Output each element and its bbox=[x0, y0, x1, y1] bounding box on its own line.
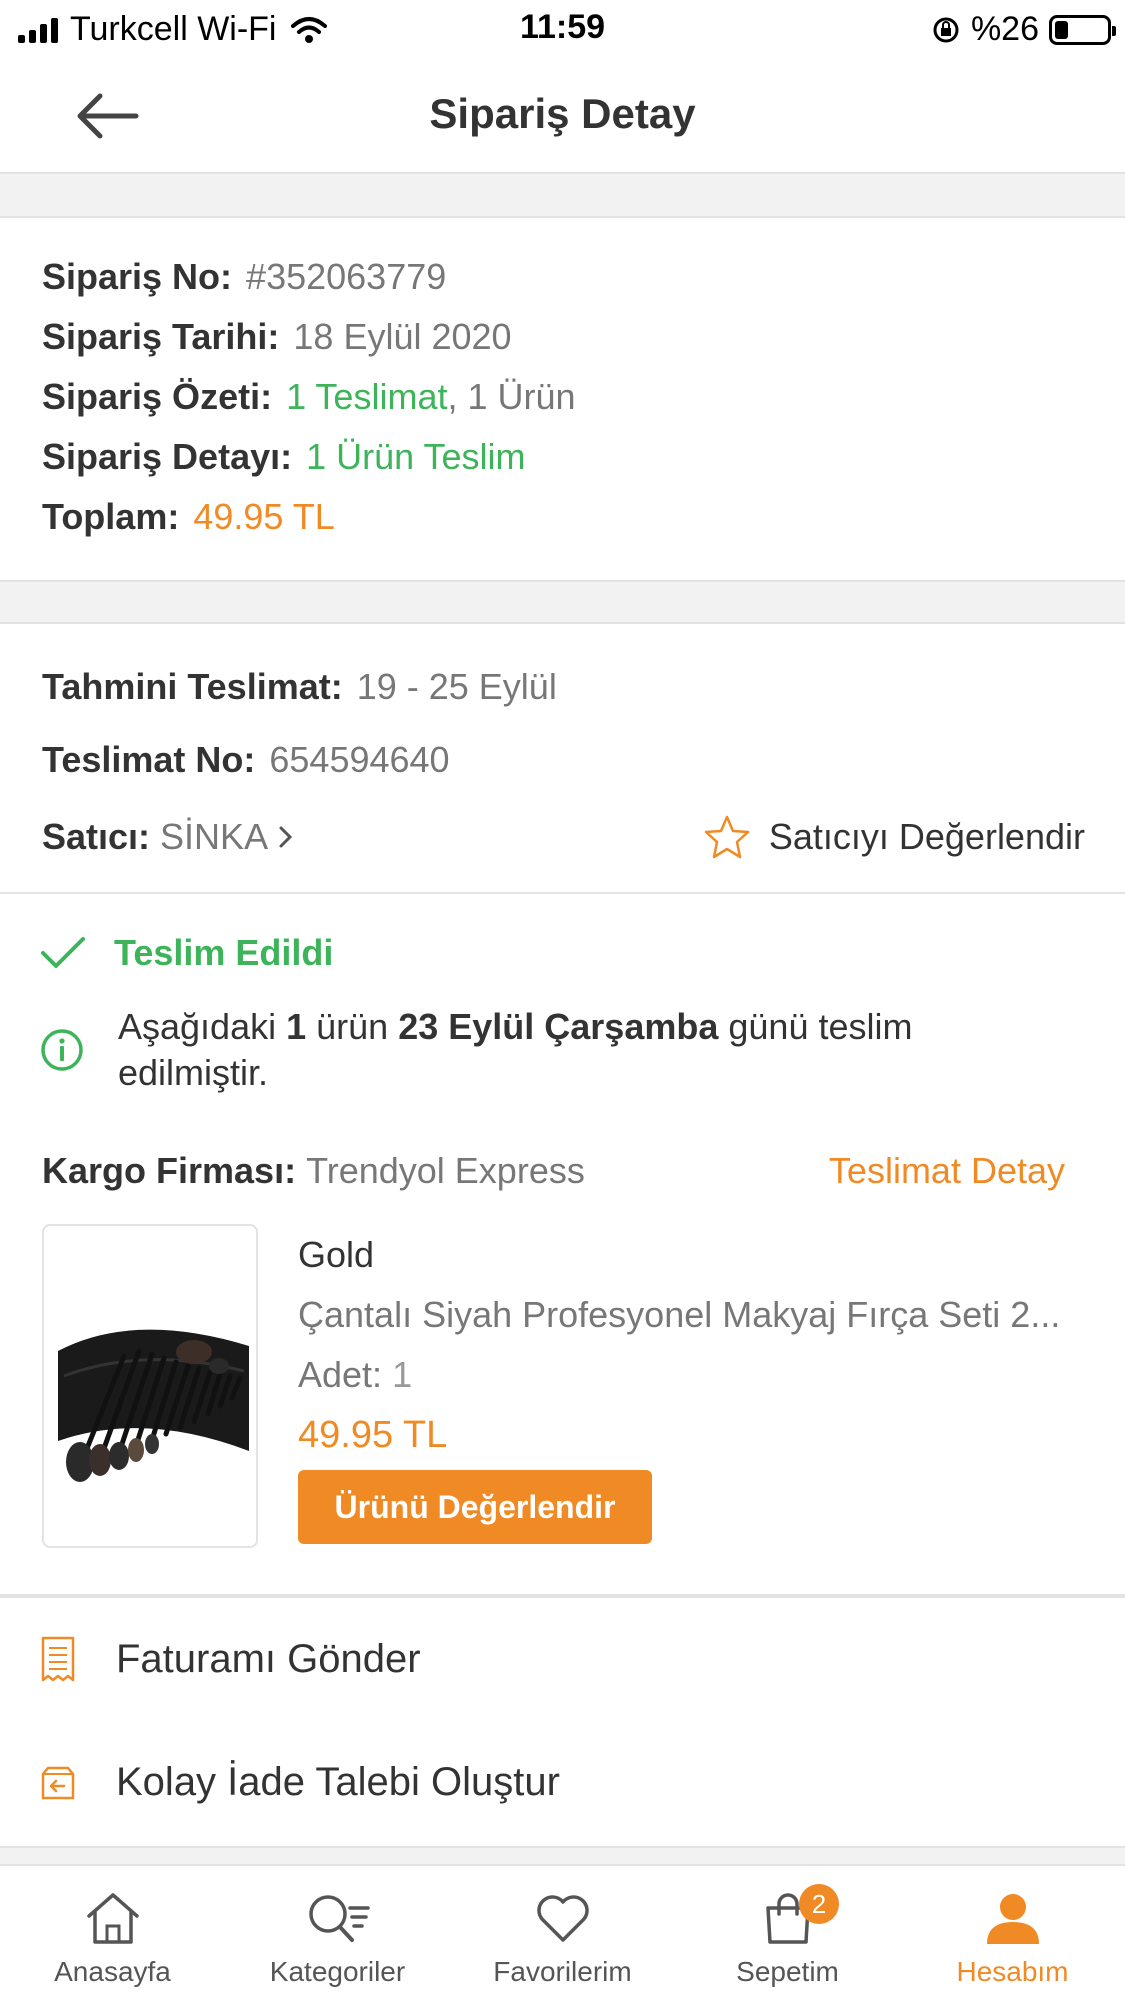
order-summary-label: Sipariş Özeti: bbox=[42, 376, 273, 417]
tab-favorites-label: Favorilerim bbox=[493, 1956, 632, 1987]
home-icon bbox=[86, 1893, 139, 1944]
tab-cart[interactable]: 2 Sepetim bbox=[675, 1866, 900, 2000]
order-total-value: 49.95 TL bbox=[193, 496, 335, 537]
order-detail-row: Sipariş Detayı: 1 Ürün Teslim bbox=[42, 436, 526, 478]
delivered-status: Teslim Edildi bbox=[40, 932, 333, 974]
order-no-value: #352063779 bbox=[246, 256, 447, 297]
product-image[interactable] bbox=[42, 1224, 258, 1548]
return-box-icon bbox=[41, 1766, 75, 1799]
notice-date: 23 Eylül Çarşamba bbox=[398, 1006, 719, 1047]
quantity-value: 1 bbox=[392, 1354, 413, 1395]
cargo-row: Kargo Firması: Trendyol Express Teslimat … bbox=[42, 1150, 1065, 1192]
delivery-notice: Aşağıdaki 1 ürün 23 Eylül Çarşamba günü … bbox=[40, 1004, 1018, 1096]
delivery-detail-link[interactable]: Teslimat Detay bbox=[829, 1150, 1065, 1192]
order-no-row: Sipariş No: #352063779 bbox=[42, 256, 446, 298]
notice-text-1: Aşağıdaki bbox=[118, 1006, 287, 1047]
tab-home-label: Anasayfa bbox=[54, 1956, 171, 1987]
cargo-value: Trendyol Express bbox=[306, 1150, 585, 1191]
send-invoice-label: Faturamı Gönder bbox=[116, 1636, 421, 1681]
tab-categories-label: Kategoriler bbox=[269, 1956, 406, 1987]
tab-categories[interactable]: Kategoriler bbox=[225, 1866, 450, 2000]
rate-product-button[interactable]: Ürünü Değerlendir bbox=[298, 1470, 652, 1544]
send-invoice-row[interactable]: Faturamı Gönder bbox=[40, 1636, 421, 1682]
summary-delivery-link[interactable]: 1 Teslimat bbox=[286, 376, 447, 417]
order-total-label: Toplam: bbox=[42, 496, 180, 537]
tab-favorites[interactable]: Favorilerim bbox=[450, 1866, 675, 2000]
makeup-brush-set-image bbox=[58, 1329, 249, 1482]
nav-bar: Sipariş Detay bbox=[0, 58, 1125, 174]
user-icon bbox=[986, 1894, 1039, 1944]
seller-label: Satıcı: bbox=[42, 816, 151, 857]
seller-row: Satıcı: SİNKA Satıcıyı Değerlendir bbox=[42, 814, 1085, 860]
product-brand: Gold bbox=[298, 1234, 375, 1275]
order-total-row: Toplam: 49.95 TL bbox=[42, 496, 335, 538]
order-date-row: Sipariş Tarihi: 18 Eylül 2020 bbox=[42, 316, 512, 358]
tab-account-label: Hesabım bbox=[956, 1956, 1069, 1987]
status-right: %26 bbox=[931, 10, 1116, 49]
order-summary-row: Sipariş Özeti: 1 Teslimat, 1 Ürün bbox=[42, 376, 576, 418]
star-icon bbox=[704, 815, 750, 859]
cart-badge: 2 bbox=[799, 1884, 839, 1924]
shipment-card: Teslim Edildi Aşağıdaki 1 ürün 23 Eylül … bbox=[0, 894, 1125, 1596]
rotation-lock-icon bbox=[933, 17, 959, 42]
page-title: Sipariş Detay bbox=[429, 90, 696, 137]
order-detail-value: 1 Ürün Teslim bbox=[306, 436, 526, 477]
order-detail-label: Sipariş Detayı: bbox=[42, 436, 293, 477]
product-price: 49.95 TL bbox=[298, 1414, 448, 1456]
easy-return-row[interactable]: Kolay İade Talebi Oluştur bbox=[40, 1760, 560, 1805]
info-icon bbox=[41, 1029, 83, 1071]
tab-bar: Anasayfa Kategoriler Favorilerim 2 Sepet… bbox=[0, 1864, 1125, 2000]
quantity-label: Adet: bbox=[298, 1354, 383, 1395]
order-date-label: Sipariş Tarihi: bbox=[42, 316, 280, 357]
check-icon bbox=[41, 937, 85, 968]
product-quantity: Adet: 1 bbox=[298, 1354, 412, 1396]
rate-seller-button[interactable]: Satıcıyı Değerlendir bbox=[703, 814, 1085, 860]
delivered-status-label: Teslim Edildi bbox=[114, 932, 334, 973]
order-date-value: 18 Eylül 2020 bbox=[293, 316, 512, 357]
seller-link[interactable]: Satıcı: SİNKA bbox=[42, 816, 296, 858]
estimated-delivery-value: 19 - 25 Eylül bbox=[356, 666, 557, 707]
estimated-delivery-label: Tahmini Teslimat: bbox=[42, 666, 343, 707]
invoice-icon bbox=[41, 1636, 75, 1682]
estimated-delivery-row: Tahmini Teslimat: 19 - 25 Eylül bbox=[42, 666, 557, 708]
notice-text-2: ürün bbox=[306, 1006, 399, 1047]
tab-home[interactable]: Anasayfa bbox=[0, 1866, 225, 2000]
status-bar: Turkcell Wi-Fi 11:59 %26 bbox=[0, 0, 1125, 58]
order-no-label: Sipariş No: bbox=[42, 256, 233, 297]
delivery-no-label: Teslimat No: bbox=[42, 739, 256, 780]
summary-product-count: 1 Ürün bbox=[467, 376, 576, 417]
product-item: Gold Çantalı Siyah Profesyonel Makyaj Fı… bbox=[0, 1224, 1125, 1552]
seller-name: SİNKA bbox=[160, 816, 269, 857]
heart-icon bbox=[536, 1895, 589, 1942]
order-summary-card: Sipariş No: #352063779 Sipariş Tarihi: 18 … bbox=[0, 216, 1125, 582]
delivery-notice-text: Aşağıdaki 1 ürün 23 Eylül Çarşamba günü … bbox=[118, 1004, 1018, 1096]
battery-percent: %26 bbox=[970, 10, 1039, 48]
actions-card: Faturamı Gönder Kolay İade Talebi Oluştu… bbox=[0, 1596, 1125, 1848]
easy-return-label: Kolay İade Talebi Oluştur bbox=[116, 1760, 560, 1804]
battery-icon bbox=[1049, 14, 1116, 45]
delivery-no-row: Teslimat No: 654594640 bbox=[42, 739, 450, 781]
notice-count: 1 bbox=[286, 1006, 307, 1047]
tab-account[interactable]: Hesabım bbox=[900, 1866, 1125, 2000]
rate-seller-label: Satıcıyı Değerlendir bbox=[768, 816, 1085, 857]
chevron-right-icon bbox=[279, 826, 293, 848]
cargo-company: Kargo Firması: Trendyol Express bbox=[42, 1150, 585, 1192]
search-list-icon bbox=[308, 1895, 370, 1942]
summary-separator: , bbox=[447, 376, 458, 417]
product-name[interactable]: Çantalı Siyah Profesyonel Makyaj Fırça S… bbox=[298, 1294, 1078, 1336]
delivery-info-card: Tahmini Teslimat: 19 - 25 Eylül Teslimat … bbox=[0, 622, 1125, 894]
cargo-label: Kargo Firması: bbox=[42, 1150, 297, 1191]
tab-cart-label: Sepetim bbox=[736, 1956, 839, 1987]
delivery-no-value: 654594640 bbox=[269, 739, 450, 780]
